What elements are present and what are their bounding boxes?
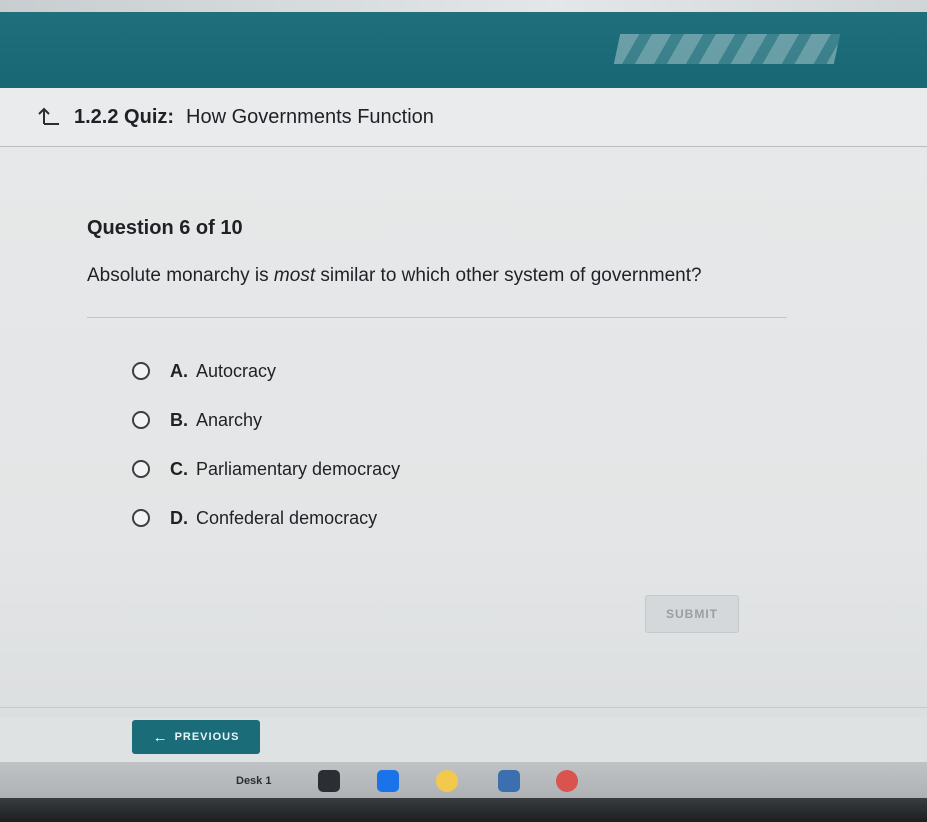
back-arrow-icon[interactable] — [36, 104, 62, 130]
previous-label: PREVIOUS — [174, 731, 240, 743]
radio-button[interactable] — [132, 509, 150, 527]
files-icon[interactable] — [318, 770, 340, 792]
quiz-content: Question 6 of 10 Absolute monarchy is mo… — [0, 147, 927, 717]
screen-bezel — [0, 798, 927, 822]
option-d[interactable]: D. Confederal democracy — [132, 506, 400, 530]
radio-button[interactable] — [132, 411, 150, 429]
course-banner — [0, 12, 927, 88]
folder-icon[interactable] — [377, 770, 399, 792]
previous-button[interactable]: ← PREVIOUS — [132, 720, 260, 754]
question-divider — [87, 317, 787, 318]
option-b[interactable]: B. Anarchy — [132, 408, 400, 432]
question-text: Absolute monarchy is most similar to whi… — [87, 265, 702, 287]
option-text: Parliamentary democracy — [196, 458, 401, 479]
chrome-icon[interactable] — [436, 770, 458, 792]
footer-divider — [0, 707, 927, 708]
quiz-title: How Governments Function — [186, 105, 434, 128]
browser-top-strip — [0, 0, 927, 12]
banner-decoration — [613, 34, 841, 64]
question-number: Question 6 of 10 — [87, 217, 243, 239]
radio-button[interactable] — [132, 460, 150, 478]
screen-app-icon[interactable] — [498, 770, 520, 792]
arrow-left-icon: ← — [152, 728, 169, 746]
quiz-header: 1.2.2 Quiz: How Governments Function — [0, 88, 927, 147]
option-letter: A. — [170, 360, 188, 381]
question-text-start: Absolute monarchy is — [87, 265, 274, 286]
radio-button[interactable] — [132, 362, 150, 380]
option-c[interactable]: C. Parliamentary democracy — [132, 457, 400, 481]
submit-button[interactable]: SUBMIT — [645, 595, 739, 633]
quiz-code: 1.2.2 Quiz: — [74, 105, 175, 128]
option-letter: C. — [170, 458, 188, 479]
answer-options: A. Autocracy B. Anarchy C. Parliamentary… — [132, 359, 400, 555]
option-text: Confederal democracy — [196, 507, 378, 528]
question-text-end: similar to which other system of governm… — [315, 265, 702, 286]
app-icon[interactable] — [556, 770, 578, 792]
desk-label[interactable]: Desk 1 — [236, 775, 271, 787]
option-a[interactable]: A. Autocracy — [132, 359, 400, 383]
taskbar: Desk 1 — [0, 762, 927, 798]
option-text: Anarchy — [196, 409, 263, 430]
option-text: Autocracy — [196, 360, 277, 381]
option-letter: D. — [170, 507, 188, 528]
option-letter: B. — [170, 409, 188, 430]
question-emphasis: most — [273, 265, 316, 286]
